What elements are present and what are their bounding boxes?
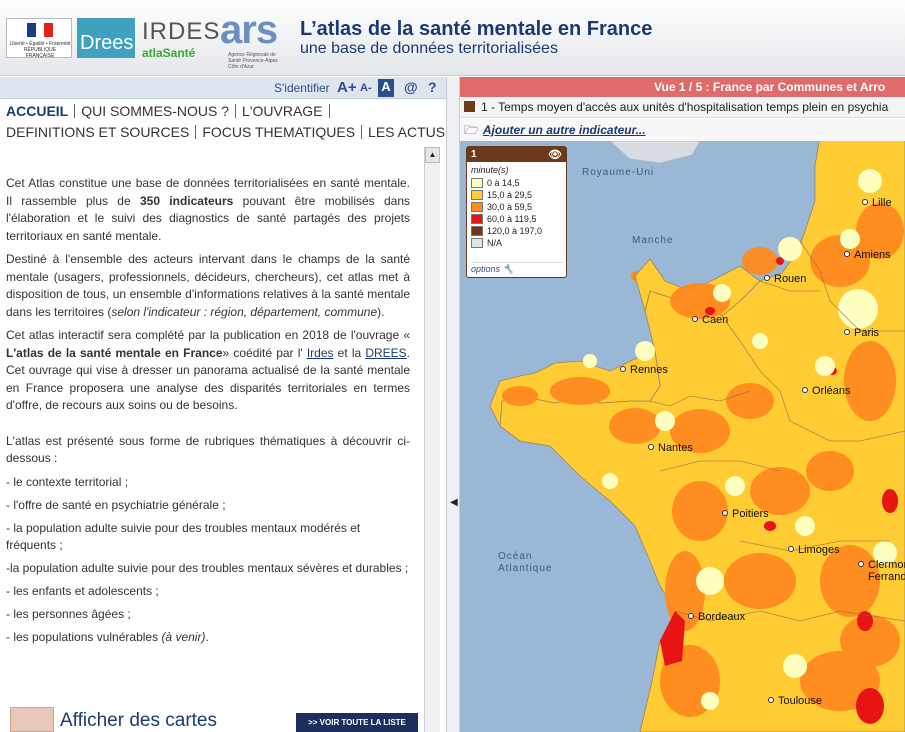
list-item: - les enfants et adolescents ;	[6, 584, 159, 598]
city-paris[interactable]: Paris	[844, 327, 879, 339]
list-item: - la population adulte suivie pour des t…	[6, 520, 361, 553]
city-nantes[interactable]: Nantes	[648, 442, 693, 454]
intro-paragraph-1: Cet Atlas constitue une base de données …	[6, 176, 410, 243]
label-uk: Royaume-Uni	[582, 167, 655, 178]
left-panel: S'identifier A+ A- A @ ? ACCUEIL QUI SOMM…	[0, 77, 446, 732]
republique-francaise-logo[interactable]: Liberté • Égalité • Fraternité RÉPUBLIQU…	[6, 18, 72, 59]
city-rennes[interactable]: Rennes	[620, 364, 668, 376]
atlassante-logo[interactable]: atlaSanté	[142, 46, 195, 60]
city-lille[interactable]: Lille	[862, 197, 892, 209]
indicator-color-swatch	[464, 101, 475, 112]
list-item: - les personnes âgées ;	[6, 607, 131, 621]
list-item: -la population adulte suivie pour des tr…	[6, 561, 409, 575]
nav-actus[interactable]: LES ACTUS	[368, 125, 451, 139]
ars-logo[interactable]: ars	[220, 8, 278, 53]
map-legend: 1 👁 minute(s) 0 à 14,5 15,0 à 29,5 30,0 …	[466, 146, 567, 278]
add-indicator-bar: 🗁 Ajouter un autre indicateur...	[460, 119, 905, 141]
city-rouen[interactable]: Rouen	[764, 273, 806, 285]
list-item: - les populations vulnérables (à venir).	[6, 630, 209, 644]
view-title-bar: Vue 1 / 5 : France par Communes et Arro	[460, 77, 905, 97]
choropleth-map[interactable]: Royaume-Uni Manche Océan Atlantique Lill…	[460, 141, 905, 732]
panel-splitter[interactable]: ◀	[446, 77, 460, 732]
help-icon[interactable]: ?	[428, 79, 437, 97]
intro-content: Cet Atlas constitue une base de données …	[6, 175, 410, 652]
font-decrease-button[interactable]: A-	[360, 82, 372, 100]
show-maps-heading[interactable]: Afficher des cartes	[60, 710, 217, 732]
irdes-logo[interactable]: IRDES	[142, 18, 220, 46]
font-increase-button[interactable]: A+	[337, 79, 357, 97]
contact-icon[interactable]: @	[404, 79, 418, 97]
irdes-link[interactable]: Irdes	[307, 346, 334, 360]
legend-options-link[interactable]: options 🔧	[471, 262, 563, 275]
drees-logo[interactable]: Drees	[77, 18, 135, 58]
legend-header: 1 👁	[467, 147, 566, 162]
nav-focus[interactable]: FOCUS THEMATIQUES	[202, 125, 363, 139]
legend-class: 60,0 à 119,5	[467, 213, 566, 225]
see-full-list-button[interactable]: >> VOIR TOUTE LA LISTE	[296, 713, 418, 732]
city-amiens[interactable]: Amiens	[844, 249, 891, 261]
font-default-button[interactable]: A	[378, 79, 394, 97]
site-title: L’atlas de la santé mentale en France	[300, 18, 653, 40]
intro-paragraph-2: Destiné à l'ensemble des acteurs interva…	[6, 252, 410, 319]
city-limoges[interactable]: Limoges	[788, 544, 840, 556]
city-bordeaux[interactable]: Bordeaux	[688, 611, 745, 623]
label-ocean-line-2: Atlantique	[498, 563, 553, 574]
accessibility-toolbar: S'identifier A+ A- A @ ?	[0, 77, 446, 99]
list-intro: L'atlas est présenté sous forme de rubri…	[6, 433, 410, 466]
legend-class: N/A	[467, 237, 566, 249]
legend-class: 0 à 14,5	[467, 177, 566, 189]
label-ocean-line-1: Océan	[498, 551, 533, 562]
ars-logo-subtitle: Agence Régionale de Santé Provence-Alpes…	[228, 52, 278, 70]
main-nav: ACCUEIL QUI SOMMES-NOUS ? L'OUVRAGE DEFINI…	[6, 101, 445, 143]
wrench-icon: 🔧	[502, 264, 514, 274]
site-subtitle: une base de données territorialisées	[300, 40, 558, 57]
label-manche: Manche	[632, 235, 674, 246]
legend-class: 15,0 à 29,5	[467, 189, 566, 201]
nav-accueil[interactable]: ACCUEIL	[6, 104, 76, 118]
list-item: - le contexte territorial ;	[6, 474, 129, 489]
city-poitiers[interactable]: Poitiers	[722, 508, 769, 520]
list-item: - l'offre de santé en psychiatrie généra…	[6, 497, 226, 512]
add-indicator-link[interactable]: Ajouter un autre indicateur...	[483, 123, 646, 137]
republique-logo-text: Liberté • Égalité • Fraternité RÉPUBLIQU…	[9, 41, 71, 59]
visibility-eye-icon[interactable]: 👁	[548, 148, 562, 163]
french-flag-icon	[27, 23, 54, 37]
map-panel: Vue 1 / 5 : France par Communes et Arro …	[460, 77, 905, 732]
drees-link[interactable]: DREES	[365, 346, 406, 360]
collapse-left-icon[interactable]: ◀	[450, 497, 458, 508]
login-link[interactable]: S'identifier	[274, 81, 330, 95]
nav-ouvrage[interactable]: L'OUVRAGE	[242, 104, 330, 118]
city-toulouse[interactable]: Toulouse	[768, 695, 822, 707]
scroll-up-icon[interactable]: ▲	[425, 147, 440, 163]
folder-icon: 🗁	[464, 123, 479, 137]
nav-definitions[interactable]: DEFINITIONS ET SOURCES	[6, 125, 197, 139]
content-scrollbar[interactable]: ▲	[424, 147, 440, 732]
city-caen[interactable]: Caen	[692, 314, 728, 326]
legend-class: 30,0 à 59,5	[467, 201, 566, 213]
city-clermont-ferrand[interactable]: ClermonFerrand	[858, 559, 905, 583]
indicator-bar[interactable]: 1 - Temps moyen d'accès aux unités d'hos…	[460, 97, 905, 118]
legend-class: 120,0 à 197,0	[467, 225, 566, 237]
indicator-label: 1 - Temps moyen d'accès aux unités d'hos…	[481, 100, 889, 114]
site-header: Liberté • Égalité • Fraternité RÉPUBLIQU…	[0, 0, 905, 76]
nav-qui-sommes-nous[interactable]: QUI SOMMES-NOUS ?	[81, 104, 237, 118]
city-orleans[interactable]: Orléans	[802, 385, 851, 397]
map-thumbnail-icon	[10, 707, 54, 732]
intro-paragraph-3: Cet atlas interactif sera complété par l…	[6, 328, 410, 412]
legend-unit: minute(s)	[471, 165, 509, 175]
